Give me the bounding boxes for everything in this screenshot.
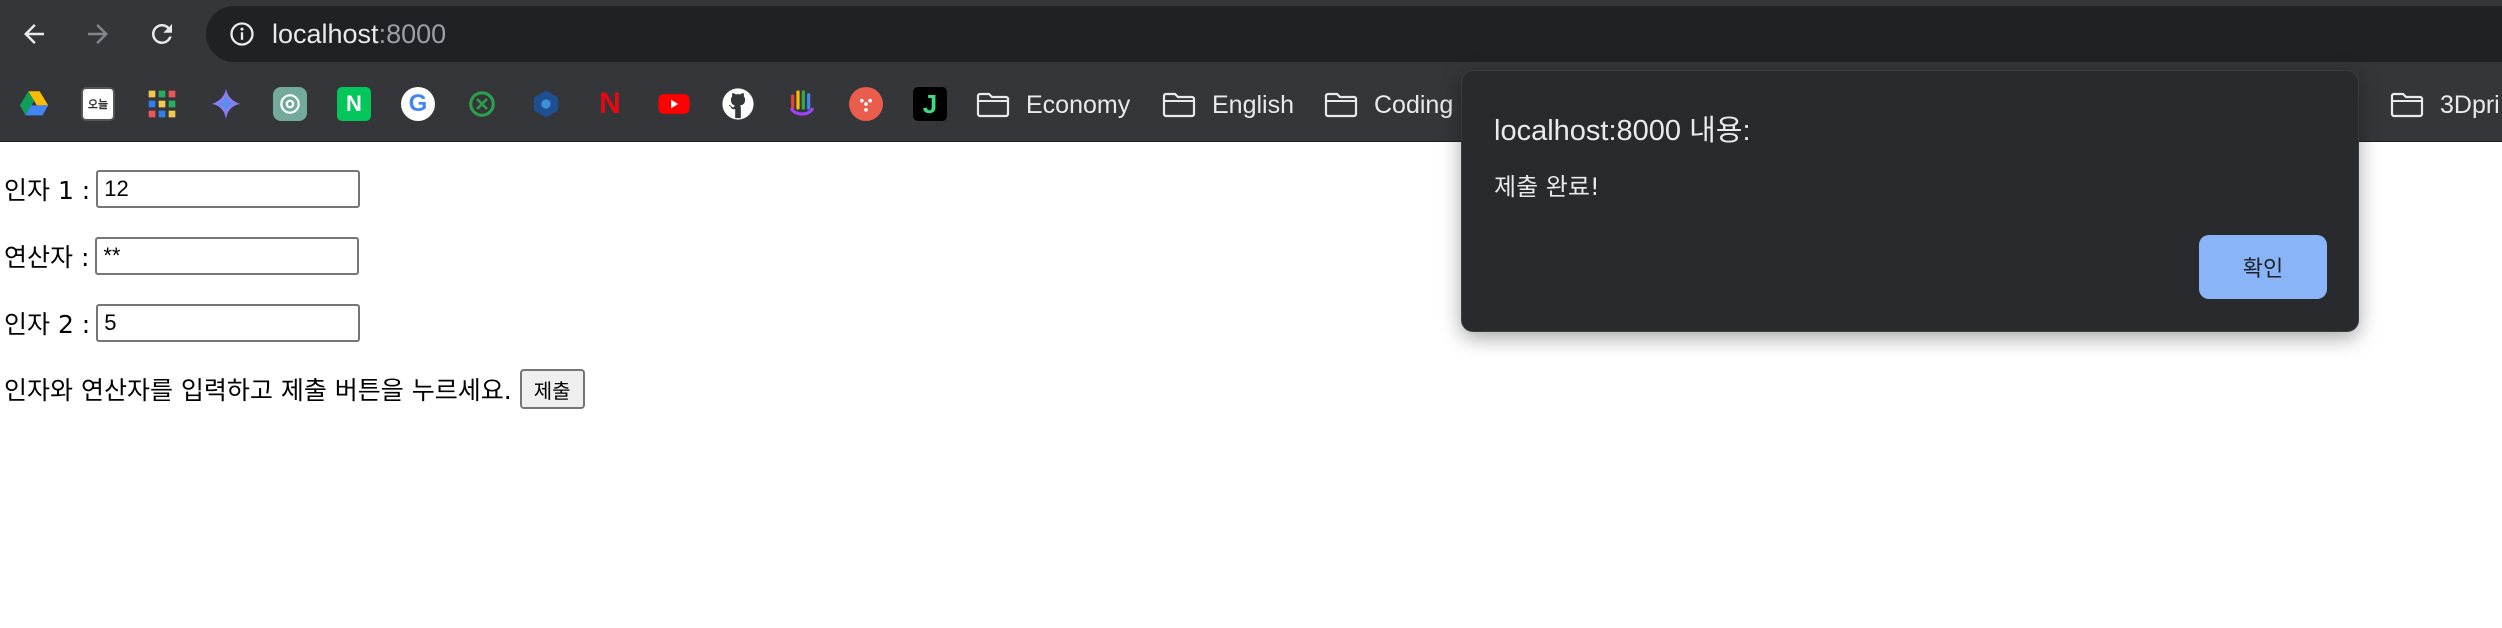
folder-icon	[1324, 92, 1358, 118]
alert-title: localhost:8000 내용:	[1494, 115, 1751, 147]
operator-label: 연산자 :	[4, 243, 90, 272]
green-app-icon[interactable]	[465, 87, 499, 121]
folder-label: Economy	[1026, 90, 1131, 119]
apps-grid-icon[interactable]	[145, 87, 179, 121]
chatgpt-icon[interactable]	[273, 87, 307, 121]
folder-icon	[976, 92, 1010, 118]
alert-message: 제출 완료!	[1494, 173, 1600, 201]
bookmark-folder-economy[interactable]: Economy	[976, 85, 1130, 125]
reload-icon	[151, 23, 172, 44]
blue-app-icon[interactable]	[529, 87, 563, 121]
naver-icon[interactable]: N	[337, 87, 371, 121]
j-app-icon[interactable]: J	[913, 87, 947, 121]
folder-label: Coding	[1374, 90, 1454, 119]
bookmark-folder-3dpri[interactable]: 3Dpri	[2390, 85, 2502, 125]
operator-input[interactable]	[95, 237, 360, 275]
sparkle-icon[interactable]	[209, 87, 243, 121]
submit-button[interactable]: 제출	[519, 369, 585, 409]
arg2-input[interactable]	[96, 304, 361, 342]
folder-icon	[2390, 92, 2424, 118]
bookmark-app-icon[interactable]: 오늘	[81, 87, 115, 121]
browser-toolbar: localhost:8000	[0, 0, 2502, 68]
url-port: :8000	[378, 19, 447, 49]
google-icon[interactable]: G	[401, 87, 435, 121]
folder-label: 3Dpri	[2440, 90, 2500, 119]
alert-dialog: localhost:8000 내용: 제출 완료! 확인	[1461, 70, 2359, 332]
arg1-label: 인자 1 :	[4, 176, 91, 205]
instruction-text: 인자와 연산자를 입력하고 제출 버튼을 누르세요.	[4, 376, 512, 405]
arg2-row: 인자 2 :	[4, 303, 361, 343]
submit-row: 인자와 연산자를 입력하고 제출 버튼을 누르세요. 제출	[4, 369, 585, 409]
github-icon[interactable]	[721, 87, 755, 121]
alert-ok-button[interactable]: 확인	[2199, 235, 2327, 299]
operator-row: 연산자 :	[4, 236, 360, 276]
google-drive-icon[interactable]	[17, 87, 51, 121]
bookmark-folder-coding[interactable]: Coding	[1324, 85, 1453, 125]
arrow-right-icon	[88, 24, 108, 44]
forward-button[interactable]	[76, 12, 120, 56]
hand-app-icon[interactable]	[785, 87, 819, 121]
reload-button[interactable]	[140, 12, 184, 56]
folder-icon	[1162, 92, 1196, 118]
red-app-icon[interactable]	[849, 87, 883, 121]
bookmark-folder-english[interactable]: English	[1162, 85, 1294, 125]
arg2-label: 인자 2 :	[4, 310, 91, 339]
arg1-row: 인자 1 :	[4, 169, 361, 209]
netflix-icon[interactable]: N	[593, 87, 627, 121]
url-host: localhost	[272, 19, 379, 49]
folder-label: English	[1212, 90, 1294, 119]
back-button[interactable]	[12, 12, 56, 56]
info-icon[interactable]	[228, 20, 256, 48]
url-text: localhost:8000	[272, 19, 446, 49]
address-bar[interactable]: localhost:8000	[206, 6, 2502, 62]
arg1-input[interactable]	[96, 170, 361, 208]
arrow-left-icon	[24, 24, 44, 44]
youtube-icon[interactable]	[657, 87, 691, 121]
